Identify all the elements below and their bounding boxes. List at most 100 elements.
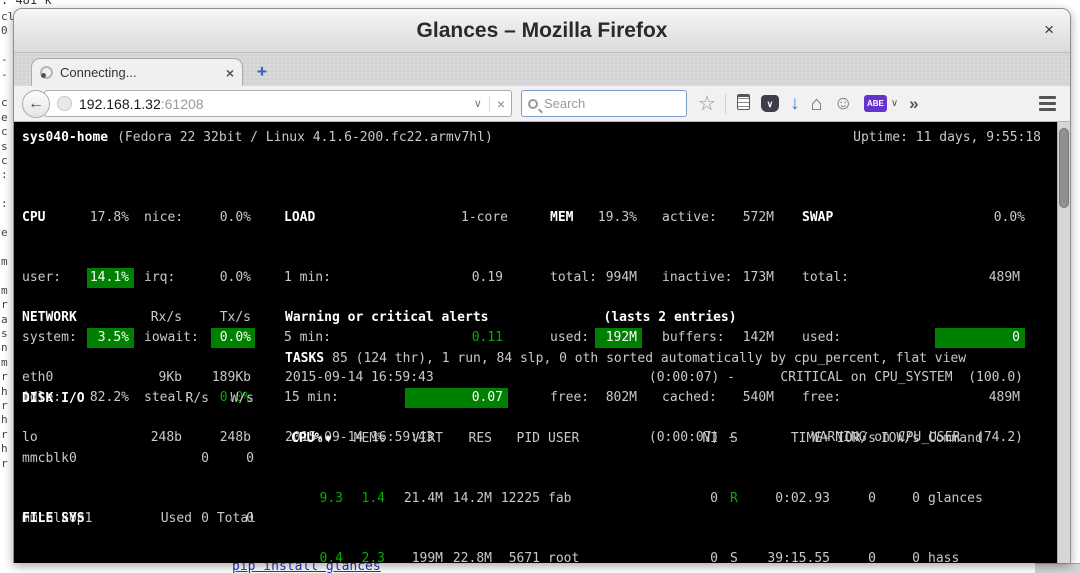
- tab-strip: Connecting... × +: [14, 53, 1070, 86]
- search-box[interactable]: [521, 90, 687, 117]
- write-header: W/s: [209, 389, 254, 409]
- alerts-count: (lasts 2 entries): [604, 308, 737, 328]
- fs-header: FILE SYSUsedTotal: [22, 509, 256, 529]
- background-text-fragment: . 481 k: [1, 0, 52, 7]
- tx-header: Tx/s: [182, 308, 251, 328]
- task-row: 9.31.421.4M14.2M12225fab0R0:02.9300glanc…: [291, 489, 1037, 509]
- virt-cell: 199M: [385, 549, 443, 563]
- virt-column-header: VIRT: [385, 429, 443, 449]
- filesystem-panel: FILE SYSUsedTotal /3.38G6.29G /boot277M4…: [22, 469, 256, 563]
- menu-hamburger-icon[interactable]: [1039, 96, 1056, 111]
- cpu-title: CPU: [22, 208, 87, 228]
- network-header: NETWORKRx/sTx/s: [22, 308, 251, 328]
- pocket-icon[interactable]: ∨: [761, 95, 779, 112]
- overflow-chevrons-icon[interactable]: »: [909, 95, 918, 113]
- tasks-title: TASKS: [285, 349, 324, 369]
- core-count: 1-core: [461, 208, 508, 228]
- url-bar[interactable]: 192.168.1.32 :61208 ∨ ×: [44, 90, 512, 117]
- mem-column-header: MEM%: [343, 429, 385, 449]
- hostname-line: sys040-home (Fedora 22 32bit / Linux 4.1.…: [22, 128, 493, 148]
- tasks-summary: TASKS 85 (124 thr), 1 run, 84 slp, 0 oth …: [285, 349, 966, 369]
- smiley-extension-icon[interactable]: ☺: [834, 95, 853, 113]
- device-name: mmcblk0: [22, 449, 132, 469]
- tab-connecting[interactable]: Connecting... ×: [31, 58, 243, 86]
- pid-column-header: PID: [492, 429, 540, 449]
- swap-pct: 0.0%: [994, 208, 1025, 228]
- scrollbar-thumb[interactable]: [1059, 128, 1069, 208]
- user-cell: fab: [540, 489, 690, 509]
- background-bottom-strip: pip install glances: [0, 563, 1080, 573]
- iow-cell: 0: [876, 489, 920, 509]
- hostname: sys040-home: [22, 130, 108, 145]
- window-title: Glances – Mozilla Firefox: [417, 19, 668, 43]
- disk-title: DISK I/O: [22, 389, 132, 409]
- mem-cell: 2.3: [343, 549, 385, 563]
- tab-close-button[interactable]: ×: [226, 65, 234, 81]
- alert-message: CRITICAL on CPU_SYSTEM (100.0): [735, 368, 1023, 388]
- cpu-row: CPU17.8%nice:0.0%: [22, 208, 260, 228]
- home-icon[interactable]: ⌂: [810, 95, 822, 113]
- back-button[interactable]: ←: [22, 90, 50, 118]
- download-icon[interactable]: ↓: [790, 95, 800, 113]
- search-input[interactable]: [544, 96, 664, 111]
- swap-title-row: SWAP 0.0%: [802, 208, 1025, 228]
- alert-duration: (0:00:07) -: [435, 368, 735, 388]
- task-row: 0.42.3199M22.8M5671root0S39:15.5500hass: [291, 549, 1037, 563]
- res-cell: 14.2M: [443, 489, 492, 509]
- os-info: (Fedora 22 32bit / Linux 4.1.6-200.fc22.…: [117, 130, 493, 145]
- loading-spinner-icon: [40, 66, 53, 79]
- command-cell: hass: [920, 549, 959, 563]
- bookmark-star-icon[interactable]: ☆: [698, 95, 716, 113]
- network-title: NETWORK: [22, 308, 112, 328]
- alert-row: 2015-09-14 16:59:43(0:00:07) -CRITICAL o…: [285, 368, 1023, 388]
- cpu-total: 17.8%: [87, 208, 134, 228]
- label: active:: [662, 208, 734, 228]
- scrollbar-track[interactable]: [1057, 122, 1070, 563]
- res-cell: 22.8M: [443, 549, 492, 563]
- ni-column-header: NI: [690, 429, 718, 449]
- used-header: Used: [132, 509, 192, 529]
- tab-title: Connecting...: [60, 65, 226, 80]
- abe-dropdown-chevron-icon[interactable]: ∨: [891, 98, 898, 109]
- window-close-button[interactable]: ×: [1044, 20, 1054, 40]
- iow-column-header: IOW/s: [876, 429, 920, 449]
- clipboard-icon[interactable]: [737, 94, 750, 113]
- url-port: :61208: [161, 96, 204, 112]
- status-column-header: S: [718, 429, 738, 449]
- site-identity-globe-icon: [57, 96, 72, 111]
- command-cell: glances: [920, 489, 983, 509]
- time-cell: 0:02.93: [738, 489, 830, 509]
- glances-header: sys040-home (Fedora 22 32bit / Linux 4.1.…: [22, 128, 1041, 148]
- time-column-header: TIME+: [738, 429, 830, 449]
- window-titlebar[interactable]: Glances – Mozilla Firefox ×: [14, 9, 1070, 53]
- firefox-window: Glances – Mozilla Firefox × Connecting..…: [13, 8, 1071, 563]
- stop-button[interactable]: ×: [489, 96, 505, 112]
- iow-cell: 0: [876, 549, 920, 563]
- alert-timestamp: 2015-09-14 16:59:43: [285, 368, 435, 388]
- process-table: CPU%▼ MEM% VIRT RES PID USER NI S TIME+ …: [291, 389, 1037, 563]
- mem-title: MEM: [550, 208, 595, 228]
- disk-header: DISK I/OR/sW/s: [22, 389, 254, 409]
- toolbar-separator: [725, 94, 726, 114]
- ior-cell: 0: [830, 489, 876, 509]
- abe-extension-icon[interactable]: ABE: [864, 95, 887, 112]
- back-arrow-icon: ←: [28, 95, 44, 113]
- mem-row: MEM19.3% active:572M: [550, 208, 774, 228]
- new-tab-button[interactable]: +: [257, 62, 267, 82]
- mem-pct: 19.3%: [595, 208, 642, 228]
- clipboard-glyph: [737, 94, 750, 110]
- load-title-row: LOAD1-core: [284, 208, 508, 228]
- command-column-header: Command: [920, 429, 983, 449]
- swap-title: SWAP: [802, 208, 833, 228]
- value: 572M: [734, 208, 774, 228]
- user-cell: root: [540, 549, 690, 563]
- read-header: R/s: [132, 389, 209, 409]
- pocket-chevron-glyph: ∨: [767, 95, 774, 113]
- pip-install-link[interactable]: pip install glances: [232, 563, 381, 573]
- value: 0.0%: [211, 208, 255, 228]
- tasks-summary-text: 85 (124 thr), 1 run, 84 slp, 0 oth sorte…: [332, 349, 966, 369]
- url-dropdown-chevron-icon[interactable]: ∨: [467, 97, 489, 110]
- process-table-header: CPU%▼ MEM% VIRT RES PID USER NI S TIME+ …: [291, 429, 1037, 449]
- res-column-header: RES: [443, 429, 492, 449]
- ni-cell: 0: [690, 489, 718, 509]
